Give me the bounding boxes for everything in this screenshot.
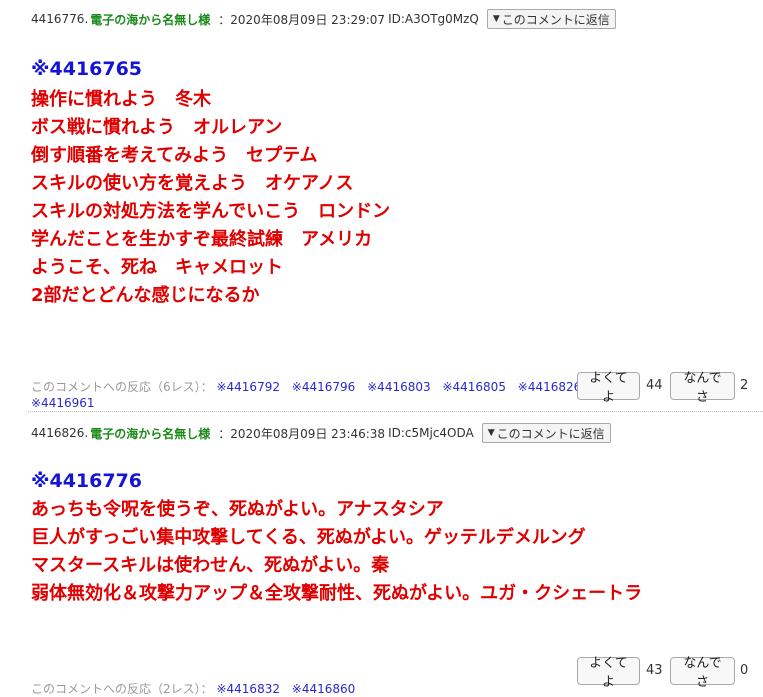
reaction-link[interactable]: ※4416796	[292, 380, 356, 394]
comment-number: 4416826.	[31, 426, 89, 440]
bad-count: 0	[740, 663, 749, 678]
good-count: 44	[646, 378, 663, 393]
comment-body: 操作に慣れよう 冬木 ボス戦に慣れよう オルレアン 倒す順番を考えてみよう セプ…	[31, 86, 390, 310]
body-line: 学んだことを生かすぞ最終試練 アメリカ	[31, 229, 373, 250]
reaction-link[interactable]: ※4416792	[216, 380, 280, 394]
comment-header: 4416826. 電子の海から名無し様 ：2020年08月09日 23:46:3…	[31, 422, 611, 444]
poster-id: ID:c5Mjc4ODA	[388, 426, 474, 440]
reactions: このコメントへの反応（6レス）： ※4416792 ※4416796 ※4416…	[31, 378, 589, 410]
poster-name: 電子の海から名無し様	[90, 426, 211, 441]
body-line: 2部だとどんな感じになるか	[31, 285, 260, 306]
body-line: ボス戦に慣れよう オルレアン	[31, 117, 283, 138]
body-line: 倒す順番を考えてみよう セプテム	[31, 145, 318, 166]
anchor-link[interactable]: ※4416765	[31, 57, 142, 81]
reactions-label: このコメントへの反応（2レス）：	[31, 682, 213, 696]
body-line: マスタースキルは使わせん、死ぬがよい。秦	[31, 555, 390, 576]
bad-count: 2	[740, 378, 749, 393]
body-line: あっちも令呪を使うぞ、死ぬがよい。アナスタシア	[31, 499, 444, 520]
poster-id: ID:A3OTg0MzQ	[388, 12, 479, 26]
comment-number: 4416776.	[31, 12, 89, 26]
body-line: スキルの使い方を覚えよう オケアノス	[31, 173, 354, 194]
reaction-link[interactable]: ※4416860	[292, 682, 356, 696]
reactions: このコメントへの反応（2レス）： ※4416832 ※4416860	[31, 680, 363, 697]
reply-button-label: このコメントに返信	[501, 12, 610, 27]
reaction-link[interactable]: ※4416832	[216, 682, 280, 696]
body-line: 弱体無効化＆攻撃力アップ＆全攻撃耐性、死ぬがよい。ユガ・クシェートラ	[31, 583, 643, 604]
triangle-down-icon: ▼	[487, 428, 495, 438]
comment-4416826: 4416826. 電子の海から名無し様 ：2020年08月09日 23:46:3…	[0, 412, 763, 697]
reaction-link[interactable]: ※4416826	[518, 380, 582, 394]
bad-button[interactable]: なんでさ	[670, 370, 735, 404]
comment-4416776: 4416776. 電子の海から名無し様 ：2020年08月09日 23:29:0…	[0, 0, 763, 412]
good-button[interactable]: よくてよ	[577, 655, 640, 689]
reaction-link[interactable]: ※4416803	[367, 380, 431, 394]
body-line: ようこそ、死ね キャメロット	[31, 257, 283, 278]
reply-button-label: このコメントに返信	[496, 426, 605, 441]
reactions-label: このコメントへの反応（6レス）：	[31, 380, 213, 394]
reply-button[interactable]: ▼ このコメントに返信	[486, 9, 616, 29]
reaction-link[interactable]: ※4416961	[31, 396, 95, 410]
body-line: スキルの対処方法を学んでいこう ロンドン	[31, 201, 391, 222]
post-date: ：2020年08月09日 23:46:38	[218, 426, 386, 441]
poster-name: 電子の海から名無し様	[90, 12, 211, 27]
anchor-link[interactable]: ※4416776	[31, 469, 142, 493]
triangle-down-icon: ▼	[492, 14, 500, 24]
good-count: 43	[646, 663, 663, 678]
body-line: 巨人がすっごい集中攻撃してくる、死ぬがよい。ゲッテルデメルング	[31, 527, 586, 548]
post-date: ：2020年08月09日 23:29:07	[218, 12, 386, 27]
good-button[interactable]: よくてよ	[577, 370, 640, 404]
comment-body: あっちも令呪を使うぞ、死ぬがよい。アナスタシア 巨人がすっごい集中攻撃してくる、…	[31, 496, 642, 608]
comment-header: 4416776. 電子の海から名無し様 ：2020年08月09日 23:29:0…	[31, 8, 616, 30]
body-line: 操作に慣れよう 冬木	[31, 89, 211, 110]
bad-button[interactable]: なんでさ	[670, 655, 735, 689]
reply-button[interactable]: ▼ このコメントに返信	[481, 423, 611, 443]
reaction-link[interactable]: ※4416805	[442, 380, 506, 394]
